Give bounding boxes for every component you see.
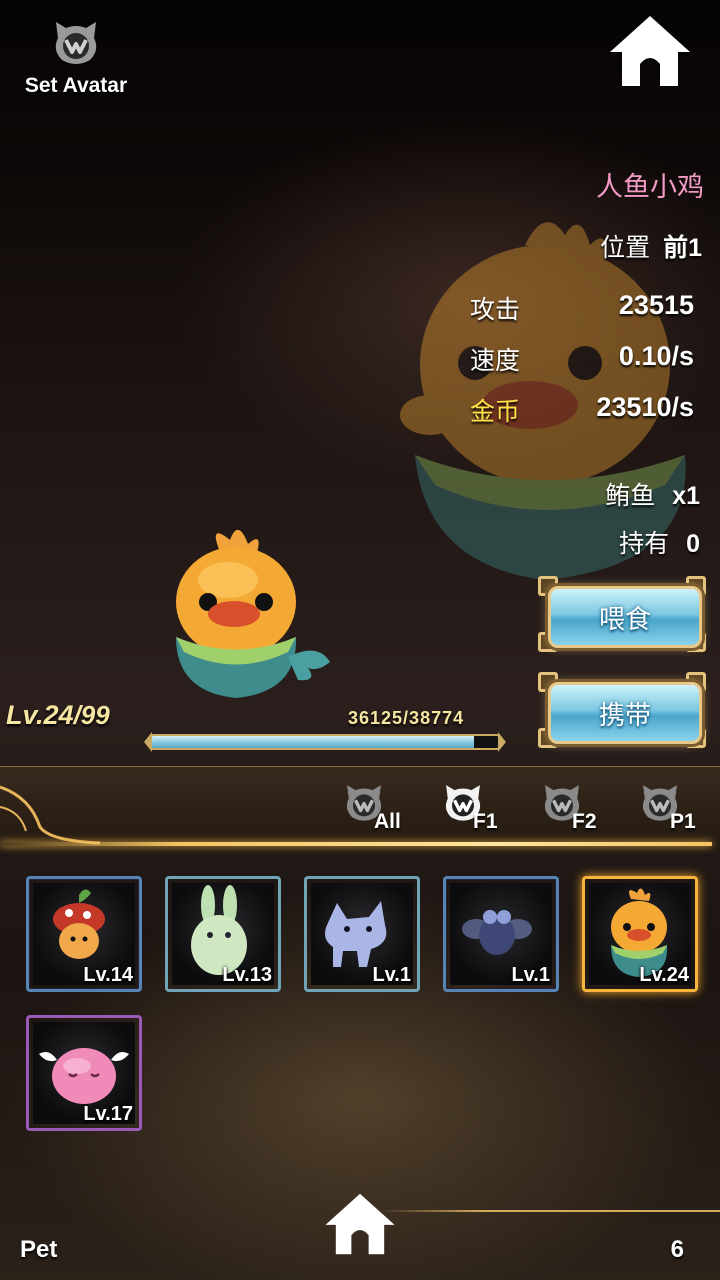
food-label: 鲔鱼 — [605, 482, 656, 510]
food-value: x1 — [672, 482, 700, 510]
carry-button[interactable]: 携带 — [538, 672, 706, 748]
home-button[interactable] — [606, 12, 694, 90]
pet-card-selected[interactable]: Lv.24 — [582, 876, 698, 992]
xp-bar — [144, 730, 506, 754]
home-icon — [610, 16, 690, 86]
food-row: 鲔鱼 x1 — [605, 476, 700, 512]
owned-row: 持有 0 — [619, 524, 700, 560]
card-level: Lv.24 — [639, 964, 689, 986]
tab-label: F2 — [572, 810, 597, 833]
position-label: 位置 — [600, 234, 651, 262]
card-level: Lv.17 — [83, 1103, 133, 1125]
level-current: Lv.24 — [6, 700, 74, 730]
pet-level: Lv.24/99 — [6, 700, 110, 731]
tab-label: F1 — [473, 810, 498, 833]
stat-label: 金币 — [469, 398, 520, 426]
stat-row-attack: 攻击 23515 — [0, 290, 720, 324]
section-label: Pet — [20, 1236, 58, 1263]
feed-button-label: 喂食 — [548, 586, 702, 648]
pet-card[interactable]: Lv.1 — [304, 876, 420, 992]
pet-count: 6 — [670, 1236, 684, 1263]
card-level: Lv.13 — [222, 964, 272, 986]
position-value: 前1 — [663, 234, 702, 262]
stat-label: 攻击 — [469, 296, 520, 324]
owned-label: 持有 — [619, 530, 670, 558]
xp-bar-fill — [152, 736, 475, 748]
pet-sprite[interactable] — [168, 522, 338, 700]
tab-all[interactable]: All — [342, 780, 422, 840]
card-level: Lv.1 — [372, 964, 411, 986]
tab-f1[interactable]: F1 — [441, 780, 521, 840]
pet-card[interactable]: Lv.1 — [443, 876, 559, 992]
tab-label: P1 — [670, 810, 696, 833]
bottom-home-button[interactable] — [322, 1190, 398, 1258]
divider — [0, 842, 712, 846]
position-row: 位置 前1 — [600, 228, 702, 264]
stat-label: 速度 — [469, 347, 520, 375]
card-level: Lv.14 — [83, 964, 133, 986]
set-avatar-button[interactable]: Set Avatar — [14, 16, 138, 106]
stat-row-gold: 金币 23510/s — [0, 392, 720, 426]
stat-row-speed: 速度 0.10/s — [0, 341, 720, 375]
level-max: /99 — [73, 700, 110, 730]
xp-text: 36125/38774 — [348, 708, 465, 728]
chick-pet-icon — [176, 529, 330, 698]
stat-value: 0.10/s — [618, 341, 694, 371]
pet-card[interactable]: Lv.13 — [165, 876, 281, 992]
carry-button-label: 携带 — [548, 682, 702, 744]
card-level: Lv.1 — [511, 964, 550, 986]
tab-label: All — [374, 810, 401, 833]
pet-name: 人鱼小鸡 — [596, 172, 704, 202]
feed-button[interactable]: 喂食 — [538, 576, 706, 652]
stat-value: 23515 — [618, 290, 694, 320]
divider — [380, 1210, 720, 1212]
avatar-placeholder-icon — [50, 16, 102, 68]
tab-f2[interactable]: F2 — [540, 780, 620, 840]
tab-p1[interactable]: P1 — [638, 780, 718, 840]
set-avatar-label: Set Avatar — [24, 74, 128, 97]
ornament-icon — [0, 785, 101, 845]
home-icon — [325, 1193, 395, 1255]
pet-card[interactable]: Lv.14 — [26, 876, 142, 992]
owned-value: 0 — [686, 530, 700, 558]
stat-value: 23510/s — [596, 392, 694, 422]
pet-card[interactable]: Lv.17 — [26, 1015, 142, 1131]
